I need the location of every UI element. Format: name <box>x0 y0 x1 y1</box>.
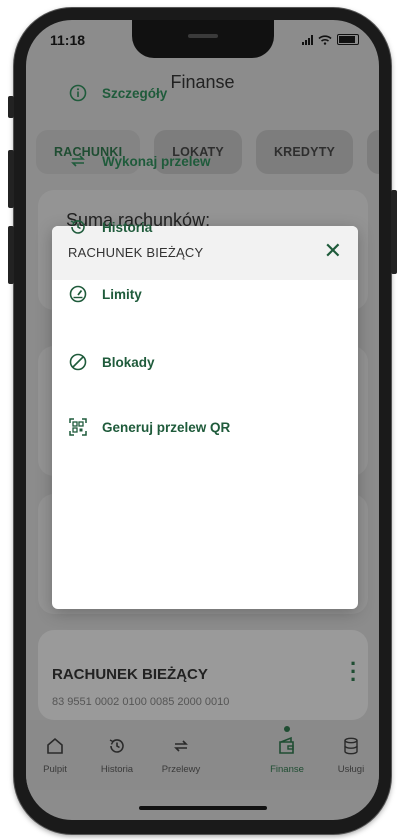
screen: 11:18 Finanse RACHUNKI LOKATY KREDYTY KA… <box>26 20 379 820</box>
tab-kredyty[interactable]: KREDYTY <box>255 130 354 174</box>
active-indicator <box>284 726 290 732</box>
nav-label: Pulpit <box>43 764 67 775</box>
menu-item-label: Blokady <box>102 354 155 370</box>
modal-title: RACHUNEK BIEŻĄCY <box>68 245 204 260</box>
close-icon[interactable]: ✕ <box>324 239 342 263</box>
nav-label: Historia <box>100 764 134 775</box>
menu-item-label: Limity <box>102 286 142 302</box>
database-icon <box>316 736 379 762</box>
battery-icon <box>337 34 359 45</box>
menu-item-generuj-qr[interactable]: Generuj przelew QR <box>68 414 230 440</box>
status-icons <box>302 34 359 45</box>
history-icon <box>68 217 88 237</box>
info-icon <box>68 83 88 103</box>
volume-down-button <box>8 226 14 284</box>
volume-up-button <box>8 150 14 208</box>
mute-switch <box>8 96 14 118</box>
nav-item-pulpit[interactable]: Pulpit <box>26 736 90 775</box>
transfer-icon <box>146 736 216 762</box>
wifi-icon <box>318 34 332 45</box>
nav-item-historia[interactable]: Historia <box>82 736 152 775</box>
menu-item-szczegoly[interactable]: Szczegóły <box>68 80 167 106</box>
menu-item-label: Generuj przelew QR <box>102 419 231 435</box>
nav-item-uslugi[interactable]: Usługi <box>316 736 379 775</box>
nav-item-finanse[interactable]: Finanse <box>252 736 322 775</box>
transfer-icon <box>68 151 88 171</box>
menu-item-label: Wykonaj przelew <box>102 153 211 169</box>
nav-label: Usługi <box>337 764 365 775</box>
tab-karty[interactable]: KA <box>367 130 379 174</box>
gauge-icon <box>68 284 88 304</box>
wallet-icon <box>252 736 322 762</box>
nav-label: Przelewy <box>161 764 201 775</box>
status-time: 11:18 <box>50 32 86 48</box>
nav-item-przelewy[interactable]: Przelewy <box>146 736 216 775</box>
history-icon <box>82 736 152 762</box>
menu-item-blokady[interactable]: Blokady <box>68 349 155 375</box>
nav-label: Finanse <box>270 764 304 775</box>
status-bar: 11:18 <box>26 32 379 56</box>
power-button <box>391 190 397 274</box>
account-name: RACHUNEK BIEŻĄCY <box>52 666 208 683</box>
menu-item-wykonaj-przelew[interactable]: Wykonaj przelew <box>68 148 211 174</box>
home-indicator <box>139 806 267 810</box>
qr-icon <box>68 417 88 437</box>
menu-item-historia[interactable]: Historia <box>68 214 152 240</box>
actions-modal: RACHUNEK BIEŻĄCY ✕ Szczegóły Wykonaj prz… <box>52 84 358 609</box>
account-number: 83 9551 0002 0100 0085 2000 0010 <box>52 696 230 708</box>
signal-icon <box>302 34 313 45</box>
menu-item-limity[interactable]: Limity <box>68 281 142 307</box>
home-icon <box>26 736 90 762</box>
block-icon <box>68 352 88 372</box>
menu-item-label: Historia <box>102 219 153 235</box>
kebab-menu-icon[interactable]: · · · <box>350 653 357 691</box>
menu-item-label: Szczegóły <box>102 85 168 101</box>
